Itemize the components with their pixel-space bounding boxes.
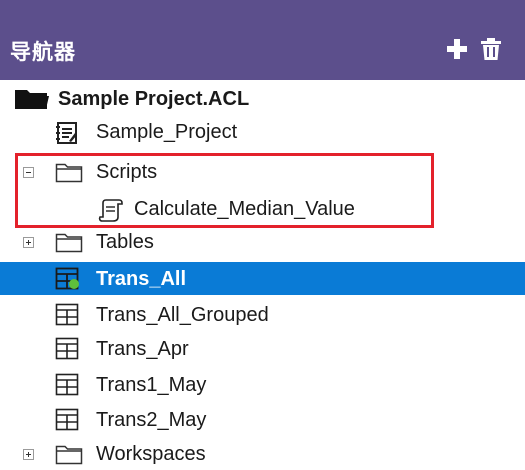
navigator-header: 导航器: [0, 0, 525, 80]
tree-item-label: Trans_All: [96, 268, 187, 290]
table-icon: [55, 408, 79, 431]
table-active-icon: [55, 267, 79, 290]
folder-icon: [55, 445, 83, 465]
tree-item-calculate-median-value[interactable]: Calculate_Median_Value: [0, 192, 525, 225]
table-icon: [55, 303, 79, 326]
tree-item-label: Workspaces: [96, 443, 206, 465]
tree-item-label: Trans2_May: [96, 409, 207, 431]
table-icon: [55, 337, 79, 360]
tree-item-sample-project[interactable]: Sample_Project: [0, 115, 525, 148]
table-icon: [55, 373, 79, 396]
tree-item-workspaces[interactable]: Workspaces: [0, 437, 525, 470]
collapse-icon[interactable]: [23, 167, 34, 178]
trash-icon[interactable]: [478, 36, 504, 62]
plus-icon[interactable]: [444, 36, 470, 62]
tree-item-label: Sample Project.ACL: [58, 88, 250, 110]
tree-item-trans-all[interactable]: Trans_All: [0, 262, 525, 295]
tree-item-label: Trans1_May: [96, 374, 207, 396]
folder-open-icon: [15, 90, 49, 109]
log-notebook-icon: [56, 122, 77, 144]
tree-item-label: Scripts: [96, 161, 158, 183]
folder-icon: [55, 163, 83, 183]
tree-item-label: Tables: [96, 231, 154, 253]
tree-item-label: Sample_Project: [96, 121, 238, 143]
navigator-title: 导航器: [10, 40, 76, 64]
tree-item-label: Trans_All_Grouped: [96, 304, 269, 326]
tree-item-trans-all-grouped[interactable]: Trans_All_Grouped: [0, 298, 525, 331]
tree-item-trans2-may[interactable]: Trans2_May: [0, 403, 525, 436]
tree-item-trans-apr[interactable]: Trans_Apr: [0, 332, 525, 365]
tree-item-tables[interactable]: Tables: [0, 225, 525, 258]
expand-icon[interactable]: [23, 237, 34, 248]
folder-icon: [55, 233, 83, 253]
tree-item-label: Calculate_Median_Value: [134, 198, 355, 220]
script-icon: [98, 199, 123, 222]
tree-item-label: Trans_Apr: [96, 338, 189, 360]
tree-item-trans1-may[interactable]: Trans1_May: [0, 368, 525, 401]
tree-item-scripts[interactable]: Scripts: [0, 155, 525, 188]
tree-item-project[interactable]: Sample Project.ACL: [0, 82, 525, 115]
expand-icon[interactable]: [23, 449, 34, 460]
